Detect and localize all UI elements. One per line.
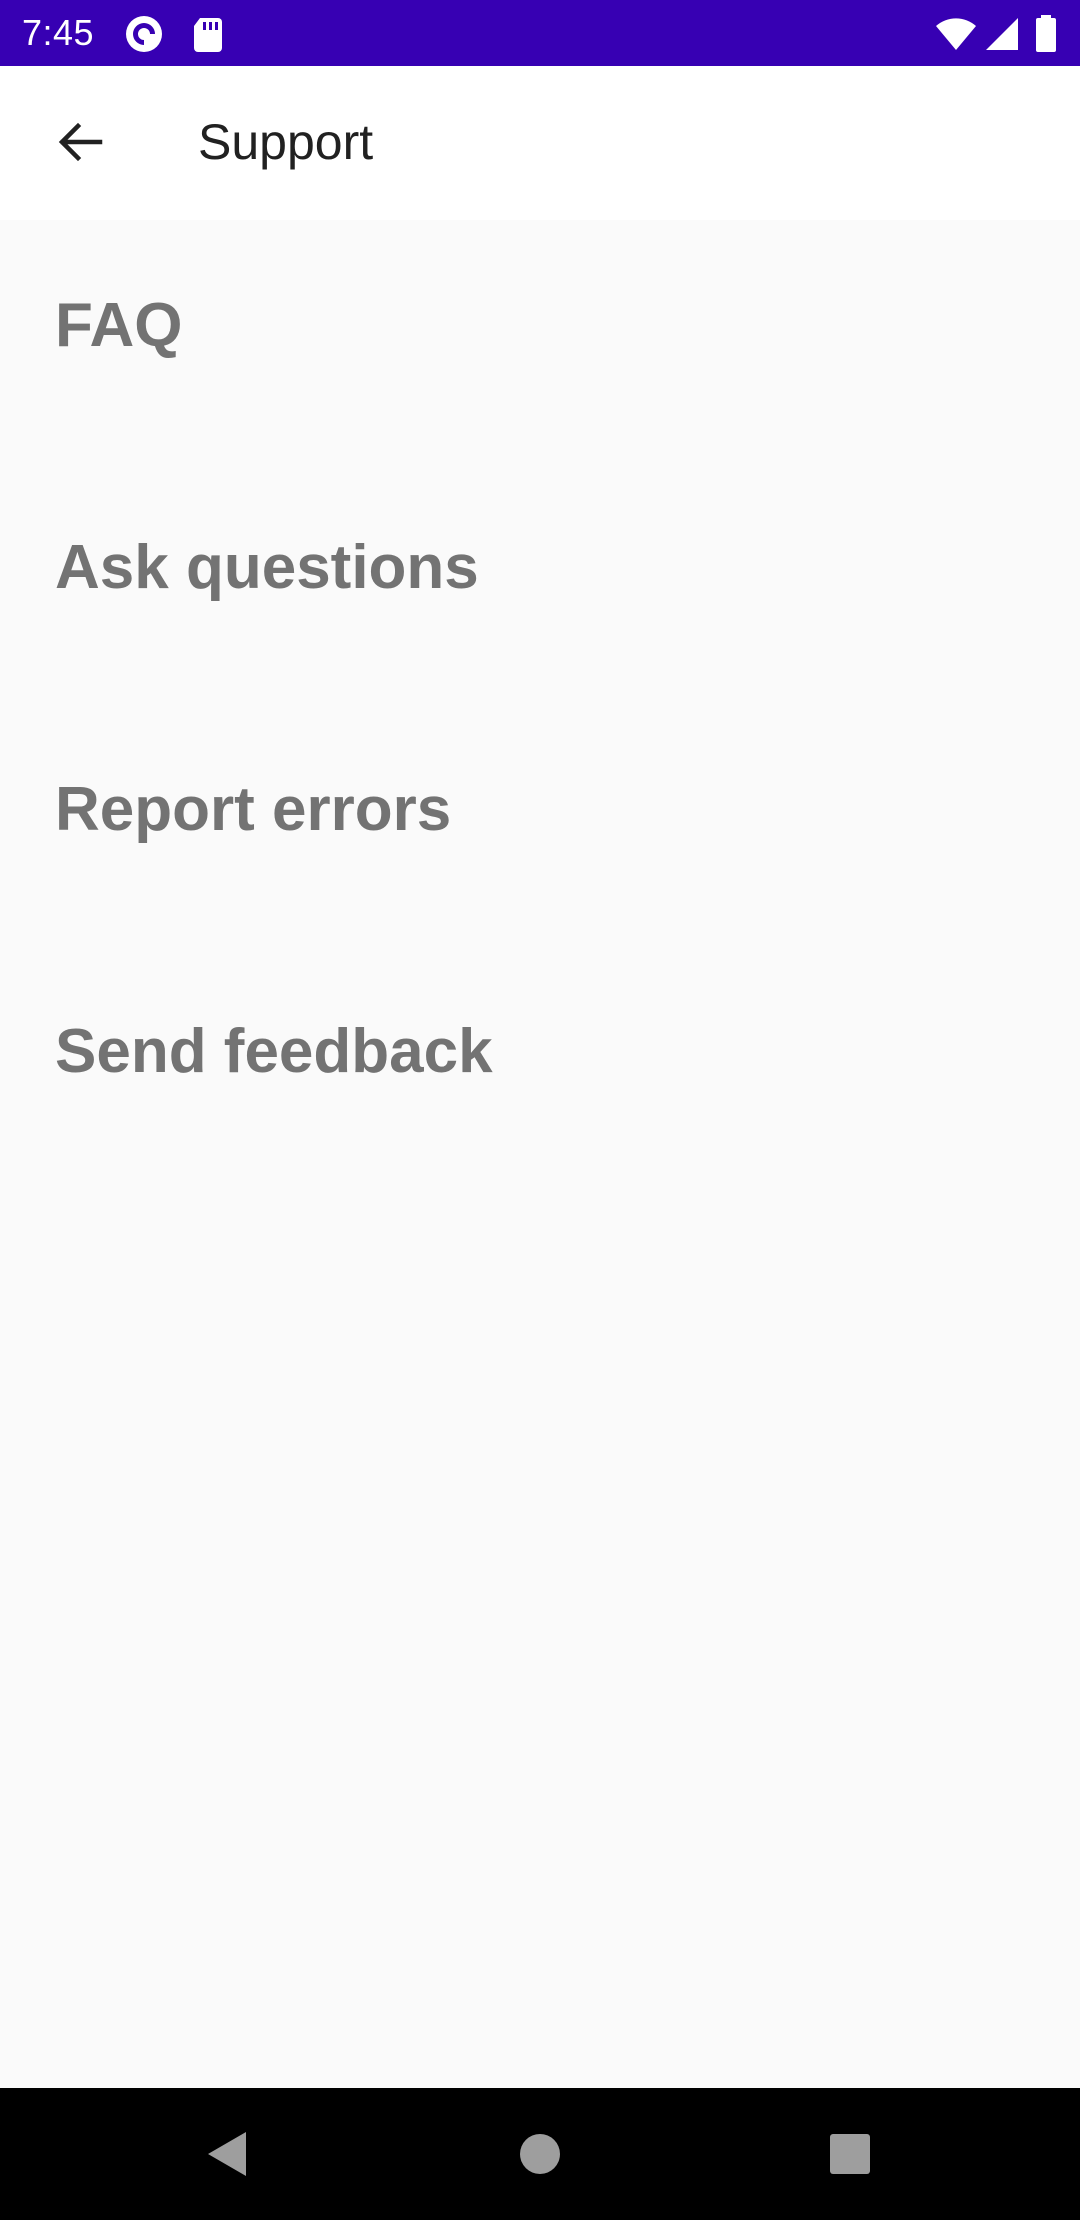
menu-item-label: Send feedback: [55, 1017, 493, 1086]
home-circle-icon: [520, 2134, 560, 2174]
arrow-back-icon: [58, 122, 103, 162]
wifi-icon: [936, 18, 976, 50]
menu-item-label: FAQ: [55, 291, 183, 360]
system-navigation-bar: [0, 2088, 1080, 2220]
status-time: 7:45: [22, 12, 95, 53]
pocket-casts-icon: [126, 16, 162, 52]
back-triangle-icon: [208, 2132, 246, 2176]
sd-card-icon: [194, 18, 222, 52]
menu-item-report-errors[interactable]: Report errors: [0, 704, 1080, 946]
back-button[interactable]: [32, 94, 128, 190]
menu-item-label: Ask questions: [55, 533, 479, 602]
nav-home-button[interactable]: [500, 2114, 580, 2194]
app-bar: Support: [0, 66, 1080, 220]
status-bar: 7:45: [0, 0, 1080, 66]
menu-item-send-feedback[interactable]: Send feedback: [0, 946, 1080, 1188]
recents-square-icon: [830, 2134, 870, 2174]
menu-item-label: Report errors: [55, 775, 452, 844]
nav-recents-button[interactable]: [810, 2114, 890, 2194]
nav-back-button[interactable]: [186, 2114, 266, 2194]
menu-item-faq[interactable]: FAQ: [0, 220, 1080, 462]
menu-item-ask-questions[interactable]: Ask questions: [0, 462, 1080, 704]
battery-icon: [1036, 15, 1056, 52]
page-title: Support: [198, 114, 374, 170]
support-menu: FAQ Ask questions Report errors Send fee…: [0, 220, 1080, 2088]
cellular-signal-icon: [986, 18, 1018, 50]
